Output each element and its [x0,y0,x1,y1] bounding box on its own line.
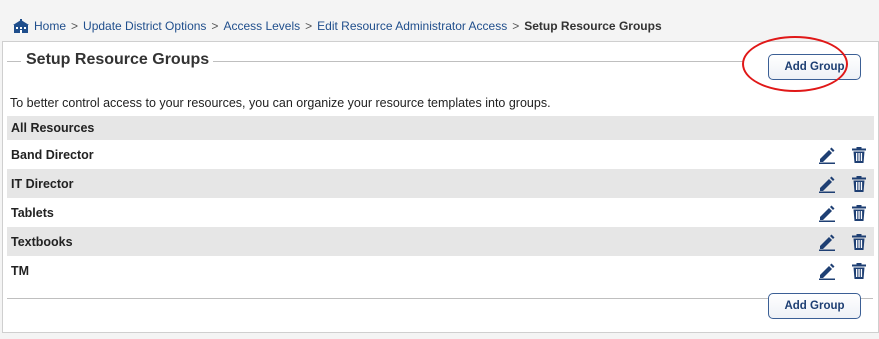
breadcrumb-separator: > [71,19,79,33]
add-group-button-bottom[interactable]: Add Group [768,293,861,319]
all-resources-header: All Resources [7,116,874,140]
edit-icon[interactable] [818,146,836,164]
all-resources-label: All Resources [11,121,95,135]
delete-icon[interactable] [850,233,868,251]
group-name: Tablets [11,205,54,220]
list-item: IT Director [7,169,874,198]
description-text: To better control access to your resourc… [10,96,551,110]
breadcrumb-update-district-options[interactable]: Update District Options [83,19,206,33]
add-group-button-top[interactable]: Add Group [768,54,861,80]
list-item: TM [7,256,874,285]
breadcrumb-home[interactable]: Home [34,19,66,33]
home-icon[interactable] [13,19,29,33]
edit-icon[interactable] [818,233,836,251]
group-name: Textbooks [11,234,73,249]
bottom-divider [7,298,873,299]
breadcrumb-separator: > [512,19,520,33]
list-item: Textbooks [7,227,874,256]
group-name: TM [11,263,30,278]
edit-icon[interactable] [818,262,836,280]
edit-icon[interactable] [818,204,836,222]
breadcrumb-access-levels[interactable]: Access Levels [223,19,300,33]
panel-title-rule-left [7,61,21,62]
resource-groups-list: All Resources Band Director IT Director … [7,116,874,285]
list-item: Tablets [7,198,874,227]
breadcrumb-edit-resource-admin-access[interactable]: Edit Resource Administrator Access [317,19,507,33]
group-name: IT Director [11,176,74,191]
breadcrumb: Home > Update District Options > Access … [13,17,662,35]
panel-title-rule-right [213,61,743,62]
breadcrumb-separator: > [211,19,219,33]
list-item: Band Director [7,140,874,169]
delete-icon[interactable] [850,204,868,222]
edit-icon[interactable] [818,175,836,193]
delete-icon[interactable] [850,175,868,193]
breadcrumb-current: Setup Resource Groups [524,19,662,33]
delete-icon[interactable] [850,262,868,280]
group-name: Band Director [11,147,94,162]
breadcrumb-separator: > [305,19,313,33]
page-title: Setup Resource Groups [26,51,210,68]
delete-icon[interactable] [850,146,868,164]
